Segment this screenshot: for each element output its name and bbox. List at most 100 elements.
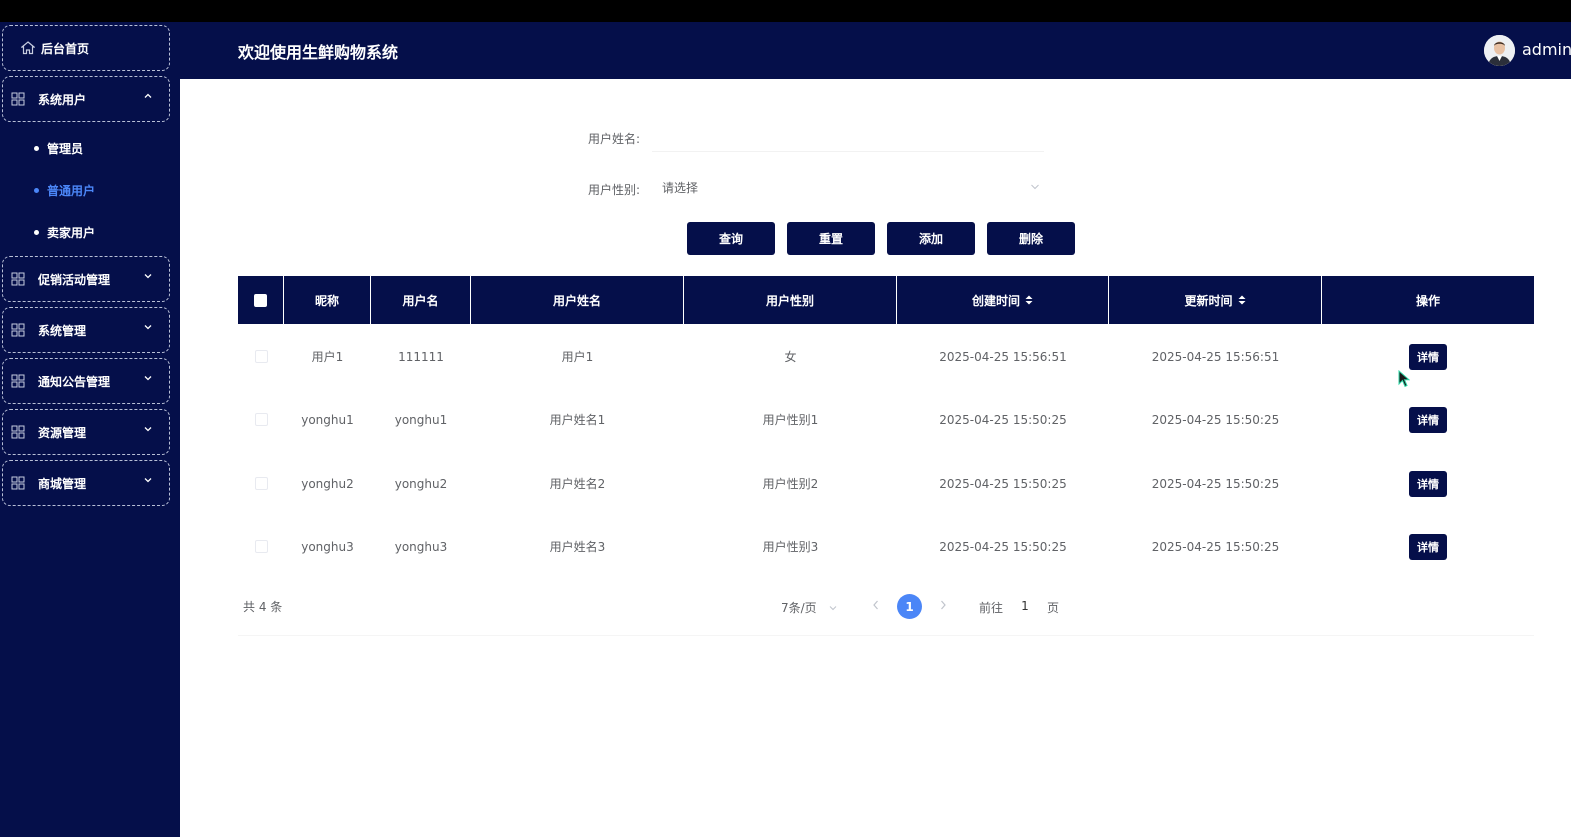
checkbox-icon[interactable] <box>254 350 268 363</box>
sidebar-item-admin[interactable]: 管理员 <box>34 140 83 157</box>
sidebar-group-label: 资源管理 <box>38 425 87 440</box>
page-number-current[interactable]: 1 <box>897 594 922 619</box>
sidebar: 后台首页 系统用户 管理员 普通用户 卖家用户 促销活动管理 系统管理 通知公告… <box>0 22 180 837</box>
page-size-select[interactable]: 7条/页 <box>781 599 837 616</box>
checkbox-icon[interactable] <box>254 293 267 307</box>
sidebar-group-mall[interactable]: 商城管理 <box>2 460 170 506</box>
sort-icon[interactable] <box>1025 295 1033 305</box>
gender-filter-select[interactable]: 请选择 <box>652 172 1044 202</box>
name-filter-input[interactable] <box>652 122 1044 152</box>
cell-realname: 用户姓名3 <box>549 540 606 554</box>
table-row: yonghu3 yonghu3 用户姓名3 用户性别3 2025-04-25 1… <box>238 515 1534 578</box>
sidebar-group-resources[interactable]: 资源管理 <box>2 409 170 455</box>
sidebar-item-seller-users[interactable]: 卖家用户 <box>34 224 95 241</box>
username-label[interactable]: admin <box>1522 40 1571 59</box>
next-page-icon[interactable] <box>938 599 948 611</box>
checkbox-icon[interactable] <box>254 477 268 490</box>
sidebar-group-label: 系统用户 <box>38 92 87 107</box>
cell-created: 2025-04-25 15:50:25 <box>939 412 1067 427</box>
reset-button[interactable]: 重置 <box>787 222 875 255</box>
goto-suffix-label: 页 <box>1047 601 1060 615</box>
sidebar-item-home[interactable]: 后台首页 <box>2 25 170 71</box>
checkbox-icon[interactable] <box>254 540 268 553</box>
row-select[interactable] <box>238 515 284 578</box>
cell-nickname: 用户1 <box>311 350 344 364</box>
column-header-created[interactable]: 创建时间 <box>897 276 1109 324</box>
total-count: 共 4 条 <box>243 600 283 614</box>
sidebar-group-label: 系统管理 <box>38 323 87 338</box>
cell-realname: 用户姓名1 <box>549 413 606 427</box>
table-row: 用户1 111111 用户1 女 2025-04-25 15:56:51 202… <box>238 325 1534 388</box>
cell-username: yonghu2 <box>394 476 448 491</box>
row-select[interactable] <box>238 325 284 388</box>
chevron-down-icon <box>144 478 152 483</box>
query-button[interactable]: 查询 <box>687 222 775 255</box>
pagination: 共 4 条 7条/页 1 前往 1 页 <box>238 590 1534 636</box>
sidebar-group-label: 商城管理 <box>38 476 87 491</box>
column-label: 用户名 <box>402 293 439 308</box>
column-label: 操作 <box>1415 293 1440 308</box>
cell-nickname: yonghu2 <box>301 476 354 491</box>
chevron-down-icon <box>1031 184 1039 190</box>
prev-page-icon[interactable] <box>871 599 881 611</box>
column-label: 用户性别 <box>765 293 814 308</box>
detail-button[interactable]: 详情 <box>1409 343 1447 370</box>
row-select[interactable] <box>238 452 284 515</box>
detail-button[interactable]: 详情 <box>1409 470 1447 497</box>
bullet-icon <box>34 230 39 235</box>
sidebar-group-system-users[interactable]: 系统用户 <box>2 76 170 122</box>
chevron-down-icon <box>144 325 152 330</box>
cell-realname: 用户姓名2 <box>549 477 606 491</box>
cell-actions: 详情 <box>1322 388 1534 451</box>
cell-gender: 用户性别2 <box>762 477 819 491</box>
cell-actions: 详情 <box>1322 515 1534 578</box>
cell-updated: 2025-04-25 15:50:25 <box>1151 539 1280 554</box>
page-size-value: 7条/页 <box>781 601 817 615</box>
cell-actions: 详情 <box>1322 452 1534 515</box>
detail-button[interactable]: 详情 <box>1409 533 1447 560</box>
page-title: 欢迎使用生鲜购物系统 <box>238 43 399 62</box>
home-icon <box>21 41 35 55</box>
grid-icon <box>11 476 25 490</box>
column-label: 昵称 <box>314 293 339 308</box>
detail-button[interactable]: 详情 <box>1409 406 1447 433</box>
bullet-icon <box>34 146 39 151</box>
avatar[interactable] <box>1484 35 1515 66</box>
chevron-down-icon <box>144 274 152 279</box>
cell-gender: 用户性别3 <box>762 540 819 554</box>
header-select-all[interactable] <box>238 276 284 324</box>
sidebar-group-system-management[interactable]: 系统管理 <box>2 307 170 353</box>
cell-nickname: yonghu1 <box>301 412 354 427</box>
column-label: 创建时间 <box>971 293 1020 308</box>
cell-updated: 2025-04-25 15:50:25 <box>1151 476 1280 491</box>
table-row: yonghu1 yonghu1 用户姓名1 用户性别1 2025-04-25 1… <box>238 388 1534 451</box>
checkbox-icon[interactable] <box>254 413 268 426</box>
window-top-bar <box>0 0 1571 22</box>
add-button[interactable]: 添加 <box>887 222 975 255</box>
bullet-icon <box>34 188 39 193</box>
delete-button[interactable]: 删除 <box>987 222 1075 255</box>
cell-username: yonghu1 <box>394 412 448 427</box>
column-header-updated[interactable]: 更新时间 <box>1109 276 1322 324</box>
sidebar-item-label: 卖家用户 <box>47 226 96 240</box>
sort-icon[interactable] <box>1238 295 1246 305</box>
cell-gender: 女 <box>784 350 797 364</box>
chevron-down-icon <box>144 376 152 381</box>
column-header-actions: 操作 <box>1322 276 1534 324</box>
grid-icon <box>11 272 25 286</box>
sidebar-item-label: 后台首页 <box>41 41 90 56</box>
goto-page-input[interactable]: 1 <box>1013 594 1037 618</box>
cell-gender: 用户性别1 <box>762 413 819 427</box>
column-header-realname: 用户姓名 <box>471 276 684 324</box>
column-label: 用户姓名 <box>552 293 601 308</box>
grid-icon <box>11 92 25 106</box>
cell-username: yonghu3 <box>394 539 448 554</box>
sidebar-group-promotions[interactable]: 促销活动管理 <box>2 256 170 302</box>
row-select[interactable] <box>238 388 284 451</box>
table-row: yonghu2 yonghu2 用户姓名2 用户性别2 2025-04-25 1… <box>238 452 1534 515</box>
gender-filter-label: 用户性别: <box>588 183 641 197</box>
sidebar-group-notices[interactable]: 通知公告管理 <box>2 358 170 404</box>
cell-actions: 详情 <box>1322 325 1534 388</box>
chevron-down-icon <box>829 605 837 610</box>
sidebar-item-normal-users[interactable]: 普通用户 <box>34 182 95 199</box>
